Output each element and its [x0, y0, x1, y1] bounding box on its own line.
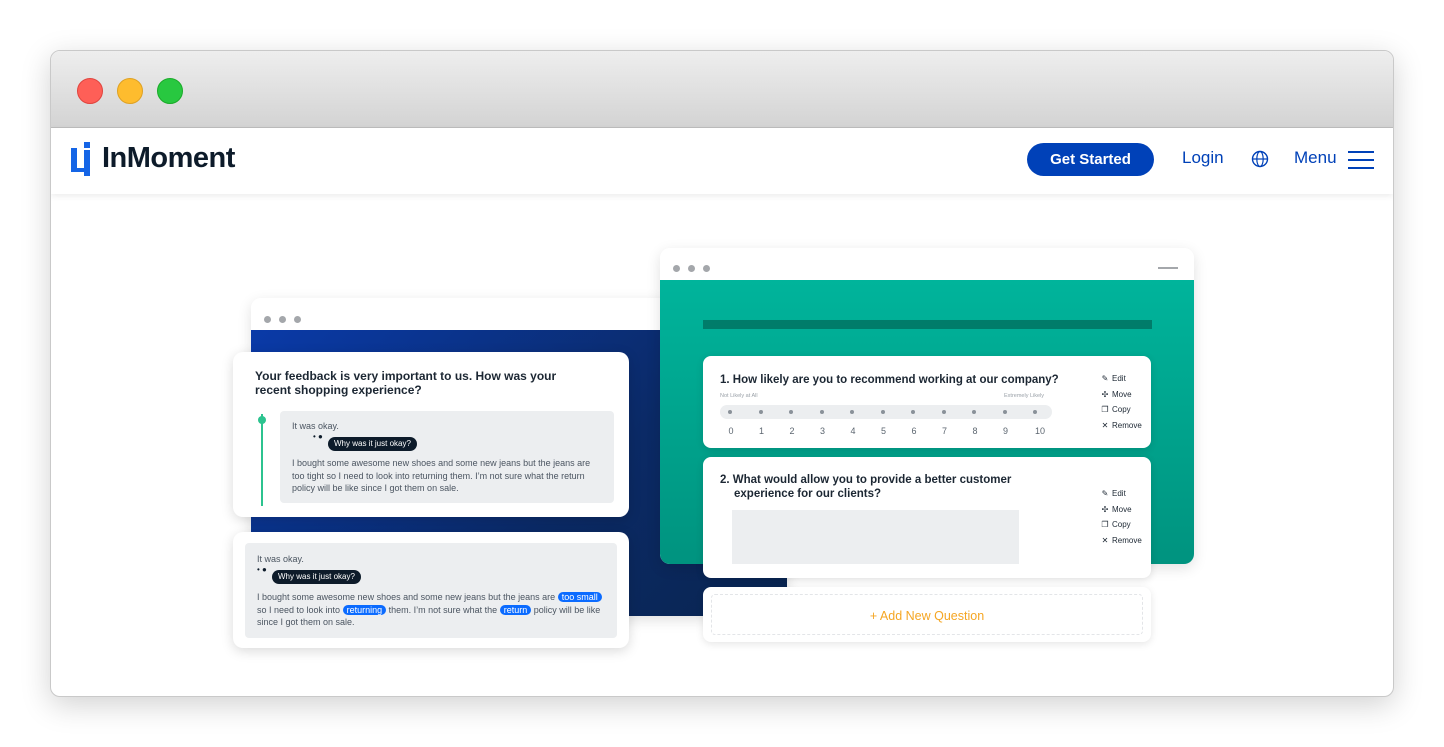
analysis-text-segment: I bought some awesome new shoes and some… — [257, 592, 556, 602]
add-question-card[interactable]: + Add New Question — [703, 587, 1151, 642]
question-2-title-line2: experience for our clients? — [734, 488, 881, 500]
scale-point[interactable] — [789, 410, 793, 414]
remove-action[interactable]: ✕ Remove — [1100, 418, 1142, 434]
scale-number: 10 — [1034, 426, 1045, 436]
feedback-question: Your feedback is very important to us. H… — [255, 369, 557, 397]
analysis-box: It was okay. • ● Why was it just okay? I… — [245, 543, 617, 638]
scale-point[interactable] — [941, 410, 946, 414]
mock-dot-icon — [703, 265, 710, 272]
mock-dot-icon — [673, 265, 680, 272]
survey-title-placeholder — [703, 320, 1152, 329]
brand-name[interactable]: InMoment — [102, 142, 235, 175]
close-icon: ✕ — [1101, 535, 1109, 545]
highlight-return: return — [499, 604, 532, 615]
typing-dots-icon: • ● — [257, 565, 267, 574]
move-icon: ✣ — [1101, 389, 1109, 399]
scale-number: 5 — [880, 426, 886, 436]
minimize-icon — [1158, 267, 1178, 269]
mock-dot-icon — [294, 316, 301, 323]
question-1-title: 1. How likely are you to recommend worki… — [720, 374, 1059, 386]
edit-action[interactable]: ✎ Edit — [1100, 486, 1142, 502]
menu-label[interactable]: Menu — [1294, 148, 1337, 168]
timeline-dot-icon — [258, 416, 266, 424]
question-1-actions: ✎ Edit ✣ Move ❐ Copy ✕ Remove — [1100, 371, 1142, 434]
move-action[interactable]: ✣ Move — [1100, 502, 1142, 518]
site-navbar: InMoment Get Started Login Menu — [51, 128, 1393, 194]
scale-number: 3 — [819, 426, 825, 436]
scale-number: 1 — [758, 426, 764, 436]
maximize-window-button[interactable] — [157, 78, 183, 104]
analysis-reply-short: It was okay. — [257, 554, 304, 564]
inmoment-logo-icon[interactable] — [71, 142, 91, 176]
scale-point[interactable] — [972, 410, 976, 414]
question-2-title-line1: 2. What would allow you to provide a bet… — [720, 474, 1012, 486]
copy-icon: ❐ — [1101, 405, 1109, 414]
mock-dot-icon — [688, 265, 695, 272]
followup-pill: Why was it just okay? — [328, 437, 417, 451]
scale-number: 0 — [728, 426, 734, 436]
reply-short: It was okay. — [292, 421, 339, 431]
get-started-button[interactable]: Get Started — [1027, 143, 1154, 176]
scale-high-label: Extremely Likely — [1004, 393, 1045, 399]
feedback-conversation-card: Your feedback is very important to us. H… — [233, 352, 629, 517]
remove-action[interactable]: ✕ Remove — [1100, 533, 1142, 549]
scale-point[interactable] — [1002, 410, 1007, 414]
question-card-2[interactable]: 2. What would allow you to provide a bet… — [703, 457, 1151, 578]
pencil-icon: ✎ — [1101, 489, 1109, 498]
title-bar — [51, 51, 1393, 128]
timeline-line — [261, 414, 263, 506]
copy-action[interactable]: ❐ Copy — [1100, 517, 1142, 533]
analysis-text-segment: them. I’m not sure what the — [388, 604, 498, 615]
scale-point[interactable] — [728, 410, 732, 414]
scale-number: 4 — [850, 426, 856, 436]
pencil-icon: ✎ — [1101, 374, 1109, 383]
scale-number: 8 — [972, 426, 978, 436]
nps-scale-track[interactable] — [720, 405, 1052, 419]
question-2-actions: ✎ Edit ✣ Move ❐ Copy ✕ Remove — [1100, 486, 1142, 549]
login-link[interactable]: Login — [1182, 148, 1224, 168]
reply-long: I bought some awesome new shoes and some… — [292, 458, 591, 493]
highlight-returning: returning — [342, 604, 387, 615]
scale-point[interactable] — [850, 410, 854, 414]
close-icon: ✕ — [1101, 420, 1109, 430]
mock-dot-icon — [264, 316, 271, 323]
analysis-text: I bought some awesome new shoes and some… — [257, 591, 613, 629]
scale-number: 9 — [1002, 426, 1008, 436]
mock-window-bar — [660, 248, 1194, 280]
copy-action[interactable]: ❐ Copy — [1100, 402, 1142, 418]
reply-box: It was okay. • ● Why was it just okay? I… — [280, 411, 614, 503]
close-window-button[interactable] — [77, 78, 103, 104]
scale-point[interactable] — [1033, 410, 1037, 414]
add-question-button[interactable]: + Add New Question — [703, 609, 1151, 623]
analysis-text-segment: so I need to look into — [257, 604, 341, 615]
hamburger-menu-icon[interactable] — [1348, 150, 1374, 170]
typing-dots-icon: • ● — [313, 432, 323, 441]
edit-action[interactable]: ✎ Edit — [1100, 371, 1142, 387]
scale-low-label: Not Likely at All — [720, 393, 758, 399]
mock-dot-icon — [279, 316, 286, 323]
text-analysis-card: It was okay. • ● Why was it just okay? I… — [233, 532, 629, 648]
scale-number: 2 — [789, 426, 795, 436]
answer-text-area[interactable] — [732, 510, 1019, 564]
highlight-too-small: too small — [557, 592, 602, 602]
scale-point[interactable] — [819, 410, 824, 414]
move-action[interactable]: ✣ Move — [1100, 387, 1142, 403]
minimize-window-button[interactable] — [117, 78, 143, 104]
scale-point[interactable] — [880, 410, 885, 414]
globe-icon[interactable] — [1251, 150, 1269, 168]
scale-point[interactable] — [911, 410, 915, 414]
scale-number: 7 — [941, 426, 947, 436]
question-card-1[interactable]: 1. How likely are you to recommend worki… — [703, 356, 1151, 448]
analysis-followup-pill: Why was it just okay? — [272, 570, 361, 584]
move-icon: ✣ — [1101, 504, 1109, 514]
scale-number: 6 — [911, 426, 917, 436]
copy-icon: ❐ — [1101, 520, 1109, 529]
scale-point[interactable] — [758, 410, 763, 414]
